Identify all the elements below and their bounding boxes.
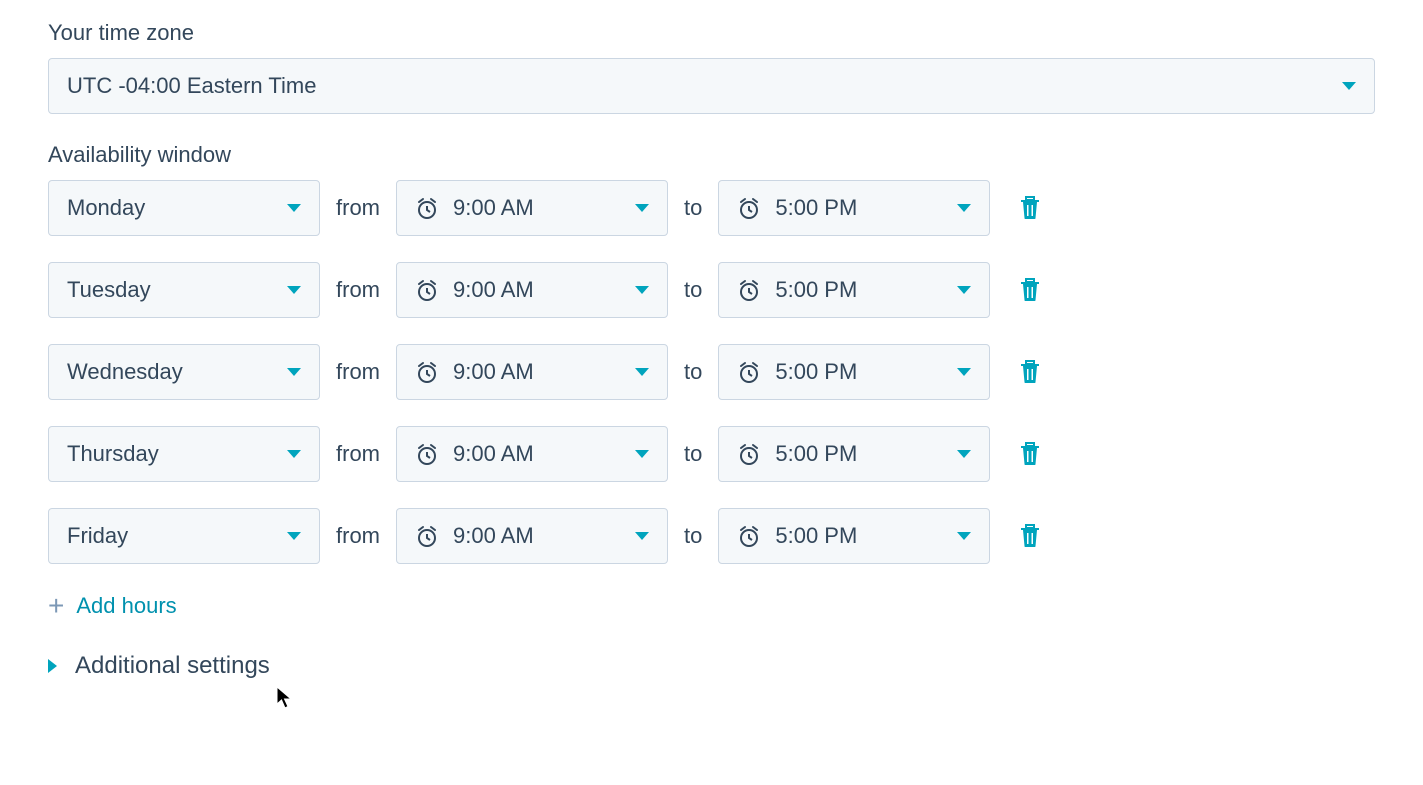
start-time-select[interactable]: 9:00 AM [396, 262, 668, 318]
additional-settings-toggle[interactable]: Additional settings [48, 652, 270, 680]
end-time-select[interactable]: 5:00 PM [718, 180, 990, 236]
delete-row-button[interactable] [1014, 518, 1046, 555]
start-time-select[interactable]: 9:00 AM [396, 180, 668, 236]
end-time-select[interactable]: 5:00 PM [718, 426, 990, 482]
end-time-value: 5:00 PM [775, 359, 857, 385]
to-label: to [684, 195, 702, 221]
clock-icon [737, 524, 761, 548]
delete-row-button[interactable] [1014, 272, 1046, 309]
from-label: from [336, 441, 380, 467]
from-label: from [336, 359, 380, 385]
end-time-select[interactable]: 5:00 PM [718, 344, 990, 400]
add-hours-button[interactable]: + Add hours [48, 592, 177, 620]
availability-row: Monday from 9:00 AM to 5:00 PM [48, 180, 1375, 236]
timezone-select[interactable]: UTC -04:00 Eastern Time [48, 58, 1375, 114]
clock-icon [415, 196, 439, 220]
clock-icon [415, 360, 439, 384]
end-time-value: 5:00 PM [775, 523, 857, 549]
clock-icon [415, 524, 439, 548]
day-select[interactable]: Tuesday [48, 262, 320, 318]
chevron-down-icon [635, 450, 649, 458]
chevron-down-icon [635, 286, 649, 294]
clock-icon [415, 278, 439, 302]
availability-row: Wednesday from 9:00 AM to 5:00 PM [48, 344, 1375, 400]
clock-icon [737, 360, 761, 384]
start-time-select[interactable]: 9:00 AM [396, 344, 668, 400]
chevron-down-icon [287, 368, 301, 376]
timezone-label: Your time zone [48, 20, 1375, 46]
start-time-value: 9:00 AM [453, 441, 534, 467]
delete-row-button[interactable] [1014, 436, 1046, 473]
end-time-value: 5:00 PM [775, 195, 857, 221]
start-time-value: 9:00 AM [453, 359, 534, 385]
end-time-value: 5:00 PM [775, 277, 857, 303]
from-label: from [336, 277, 380, 303]
day-value: Friday [67, 523, 128, 549]
to-label: to [684, 359, 702, 385]
trash-icon [1018, 194, 1042, 223]
chevron-down-icon [635, 368, 649, 376]
chevron-down-icon [635, 532, 649, 540]
start-time-value: 9:00 AM [453, 523, 534, 549]
day-select[interactable]: Monday [48, 180, 320, 236]
plus-icon: + [48, 592, 64, 620]
end-time-select[interactable]: 5:00 PM [718, 508, 990, 564]
trash-icon [1018, 522, 1042, 551]
chevron-down-icon [957, 368, 971, 376]
start-time-value: 9:00 AM [453, 277, 534, 303]
day-select[interactable]: Friday [48, 508, 320, 564]
day-value: Monday [67, 195, 145, 221]
chevron-down-icon [957, 204, 971, 212]
clock-icon [737, 278, 761, 302]
timezone-value: UTC -04:00 Eastern Time [67, 73, 316, 99]
mouse-cursor [276, 686, 296, 715]
availability-row: Friday from 9:00 AM to 5:00 PM [48, 508, 1375, 564]
chevron-down-icon [635, 204, 649, 212]
clock-icon [737, 196, 761, 220]
from-label: from [336, 523, 380, 549]
start-time-value: 9:00 AM [453, 195, 534, 221]
day-select[interactable]: Wednesday [48, 344, 320, 400]
day-value: Tuesday [67, 277, 151, 303]
chevron-down-icon [957, 450, 971, 458]
from-label: from [336, 195, 380, 221]
start-time-select[interactable]: 9:00 AM [396, 426, 668, 482]
delete-row-button[interactable] [1014, 354, 1046, 391]
chevron-down-icon [957, 286, 971, 294]
to-label: to [684, 277, 702, 303]
start-time-select[interactable]: 9:00 AM [396, 508, 668, 564]
chevron-down-icon [287, 532, 301, 540]
add-hours-label: Add hours [76, 593, 176, 619]
to-label: to [684, 523, 702, 549]
chevron-right-icon [48, 659, 57, 673]
additional-settings-label: Additional settings [75, 652, 270, 680]
to-label: to [684, 441, 702, 467]
trash-icon [1018, 440, 1042, 469]
chevron-down-icon [287, 204, 301, 212]
chevron-down-icon [287, 450, 301, 458]
day-value: Wednesday [67, 359, 183, 385]
availability-rows-container: Monday from 9:00 AM to 5:00 PM [48, 180, 1375, 564]
end-time-value: 5:00 PM [775, 441, 857, 467]
availability-row: Tuesday from 9:00 AM to 5:00 PM [48, 262, 1375, 318]
availability-label: Availability window [48, 142, 1375, 168]
delete-row-button[interactable] [1014, 190, 1046, 227]
clock-icon [737, 442, 761, 466]
day-select[interactable]: Thursday [48, 426, 320, 482]
clock-icon [415, 442, 439, 466]
chevron-down-icon [957, 532, 971, 540]
trash-icon [1018, 358, 1042, 387]
end-time-select[interactable]: 5:00 PM [718, 262, 990, 318]
trash-icon [1018, 276, 1042, 305]
chevron-down-icon [1342, 82, 1356, 90]
chevron-down-icon [287, 286, 301, 294]
day-value: Thursday [67, 441, 159, 467]
availability-row: Thursday from 9:00 AM to 5:00 PM [48, 426, 1375, 482]
